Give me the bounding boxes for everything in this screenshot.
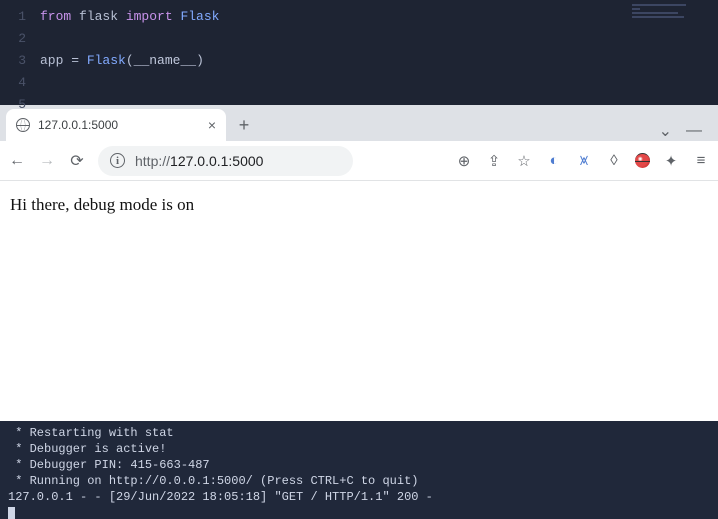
url-scheme: http:// [135,153,170,169]
code-line[interactable]: 2 [12,28,718,50]
terminal-pane[interactable]: * Restarting with stat * Debugger is act… [0,421,718,519]
forward-button: → [38,152,56,170]
line-number: 3 [12,50,40,72]
code-editor-pane[interactable]: 1from flask import Flask23app = Flask(__… [0,0,718,105]
line-number: 1 [12,6,40,28]
terminal-output: * Restarting with stat * Debugger is act… [8,425,710,505]
code-line[interactable]: 3app = Flask(__name__) [12,50,718,72]
line-number: 2 [12,28,40,50]
extension-ball-icon[interactable] [635,153,650,168]
chevron-down-icon[interactable]: ⌄ [659,121,672,141]
site-info-icon[interactable] [110,153,125,168]
line-number: 4 [12,72,40,94]
code-line[interactable]: 5 [12,94,718,116]
browser-viewport[interactable]: Hi there, debug mode is on [0,181,718,421]
extension-icon-2[interactable]: ⩙ [575,152,593,169]
zoom-icon[interactable]: ⊕ [455,152,473,170]
code-line[interactable]: 1from flask import Flask [12,6,718,28]
address-bar[interactable]: http://127.0.0.1:5000 [98,146,353,176]
browser-toolbar: ← → ⟳ http://127.0.0.1:5000 ⊕ ⇪ ☆ ◐ ⩙ ◊ … [0,141,718,181]
code-line[interactable]: 4 [12,72,718,94]
terminal-cursor [8,507,15,519]
share-icon[interactable]: ⇪ [485,152,503,170]
back-button[interactable]: ← [8,152,26,170]
globe-icon [16,118,30,132]
minimap[interactable] [632,4,702,44]
line-number: 5 [12,94,40,116]
tab-title: 127.0.0.1:5000 [38,118,200,132]
extension-icon-1[interactable]: ◐ [545,152,563,169]
code-content: from flask import Flask [40,6,219,28]
page-body-text: Hi there, debug mode is on [10,195,708,215]
browser-window: 127.0.0.1:5000 × + ⌄ ― ← → ⟳ http://127.… [0,105,718,421]
extension-shield-icon[interactable]: ◊ [605,152,623,169]
minimize-icon[interactable]: ― [686,122,702,140]
extensions-puzzle-icon[interactable]: ✦ [662,152,680,170]
reload-button[interactable]: ⟳ [68,151,86,171]
code-content: app = Flask(__name__) [40,50,204,72]
url-host: 127.0.0.1:5000 [170,153,263,169]
bookmark-star-icon[interactable]: ☆ [515,152,533,170]
reading-list-icon[interactable]: ≡ [692,152,710,169]
tab-close-icon[interactable]: × [208,117,216,133]
